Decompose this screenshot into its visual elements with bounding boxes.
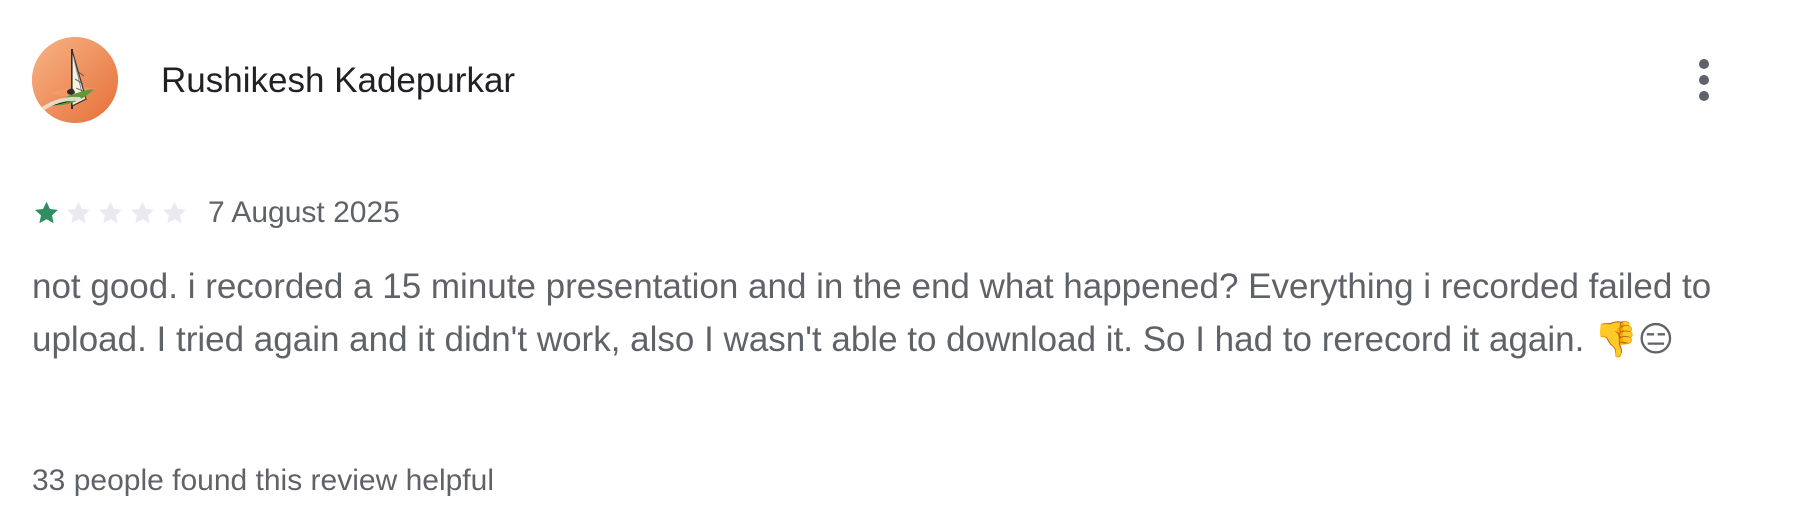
filled-star-icon [35,201,58,223]
review-header: Rushikesh Kadepurkar [32,36,1762,124]
review-date: 7 August 2025 [208,196,400,229]
windsurfer-avatar-icon [32,37,118,123]
avatar [32,37,118,123]
review-card: Rushikesh Kadepurkar 7 August 2025 not g… [0,0,1794,518]
reviewer-name: Rushikesh Kadepurkar [161,60,516,100]
more-vert-icon [1699,59,1709,101]
more-options-button[interactable] [1682,58,1726,102]
empty-star-icon [67,201,90,223]
star-rating [32,199,189,228]
review-text: not good. i recorded a 15 minute present… [32,267,1712,359]
empty-star-icon [99,201,122,223]
empty-star-icon [163,201,186,223]
helpful-count: 33 people found this review helpful [32,464,494,497]
review-meta: 7 August 2025 [32,193,400,233]
empty-star-icon [131,201,154,223]
